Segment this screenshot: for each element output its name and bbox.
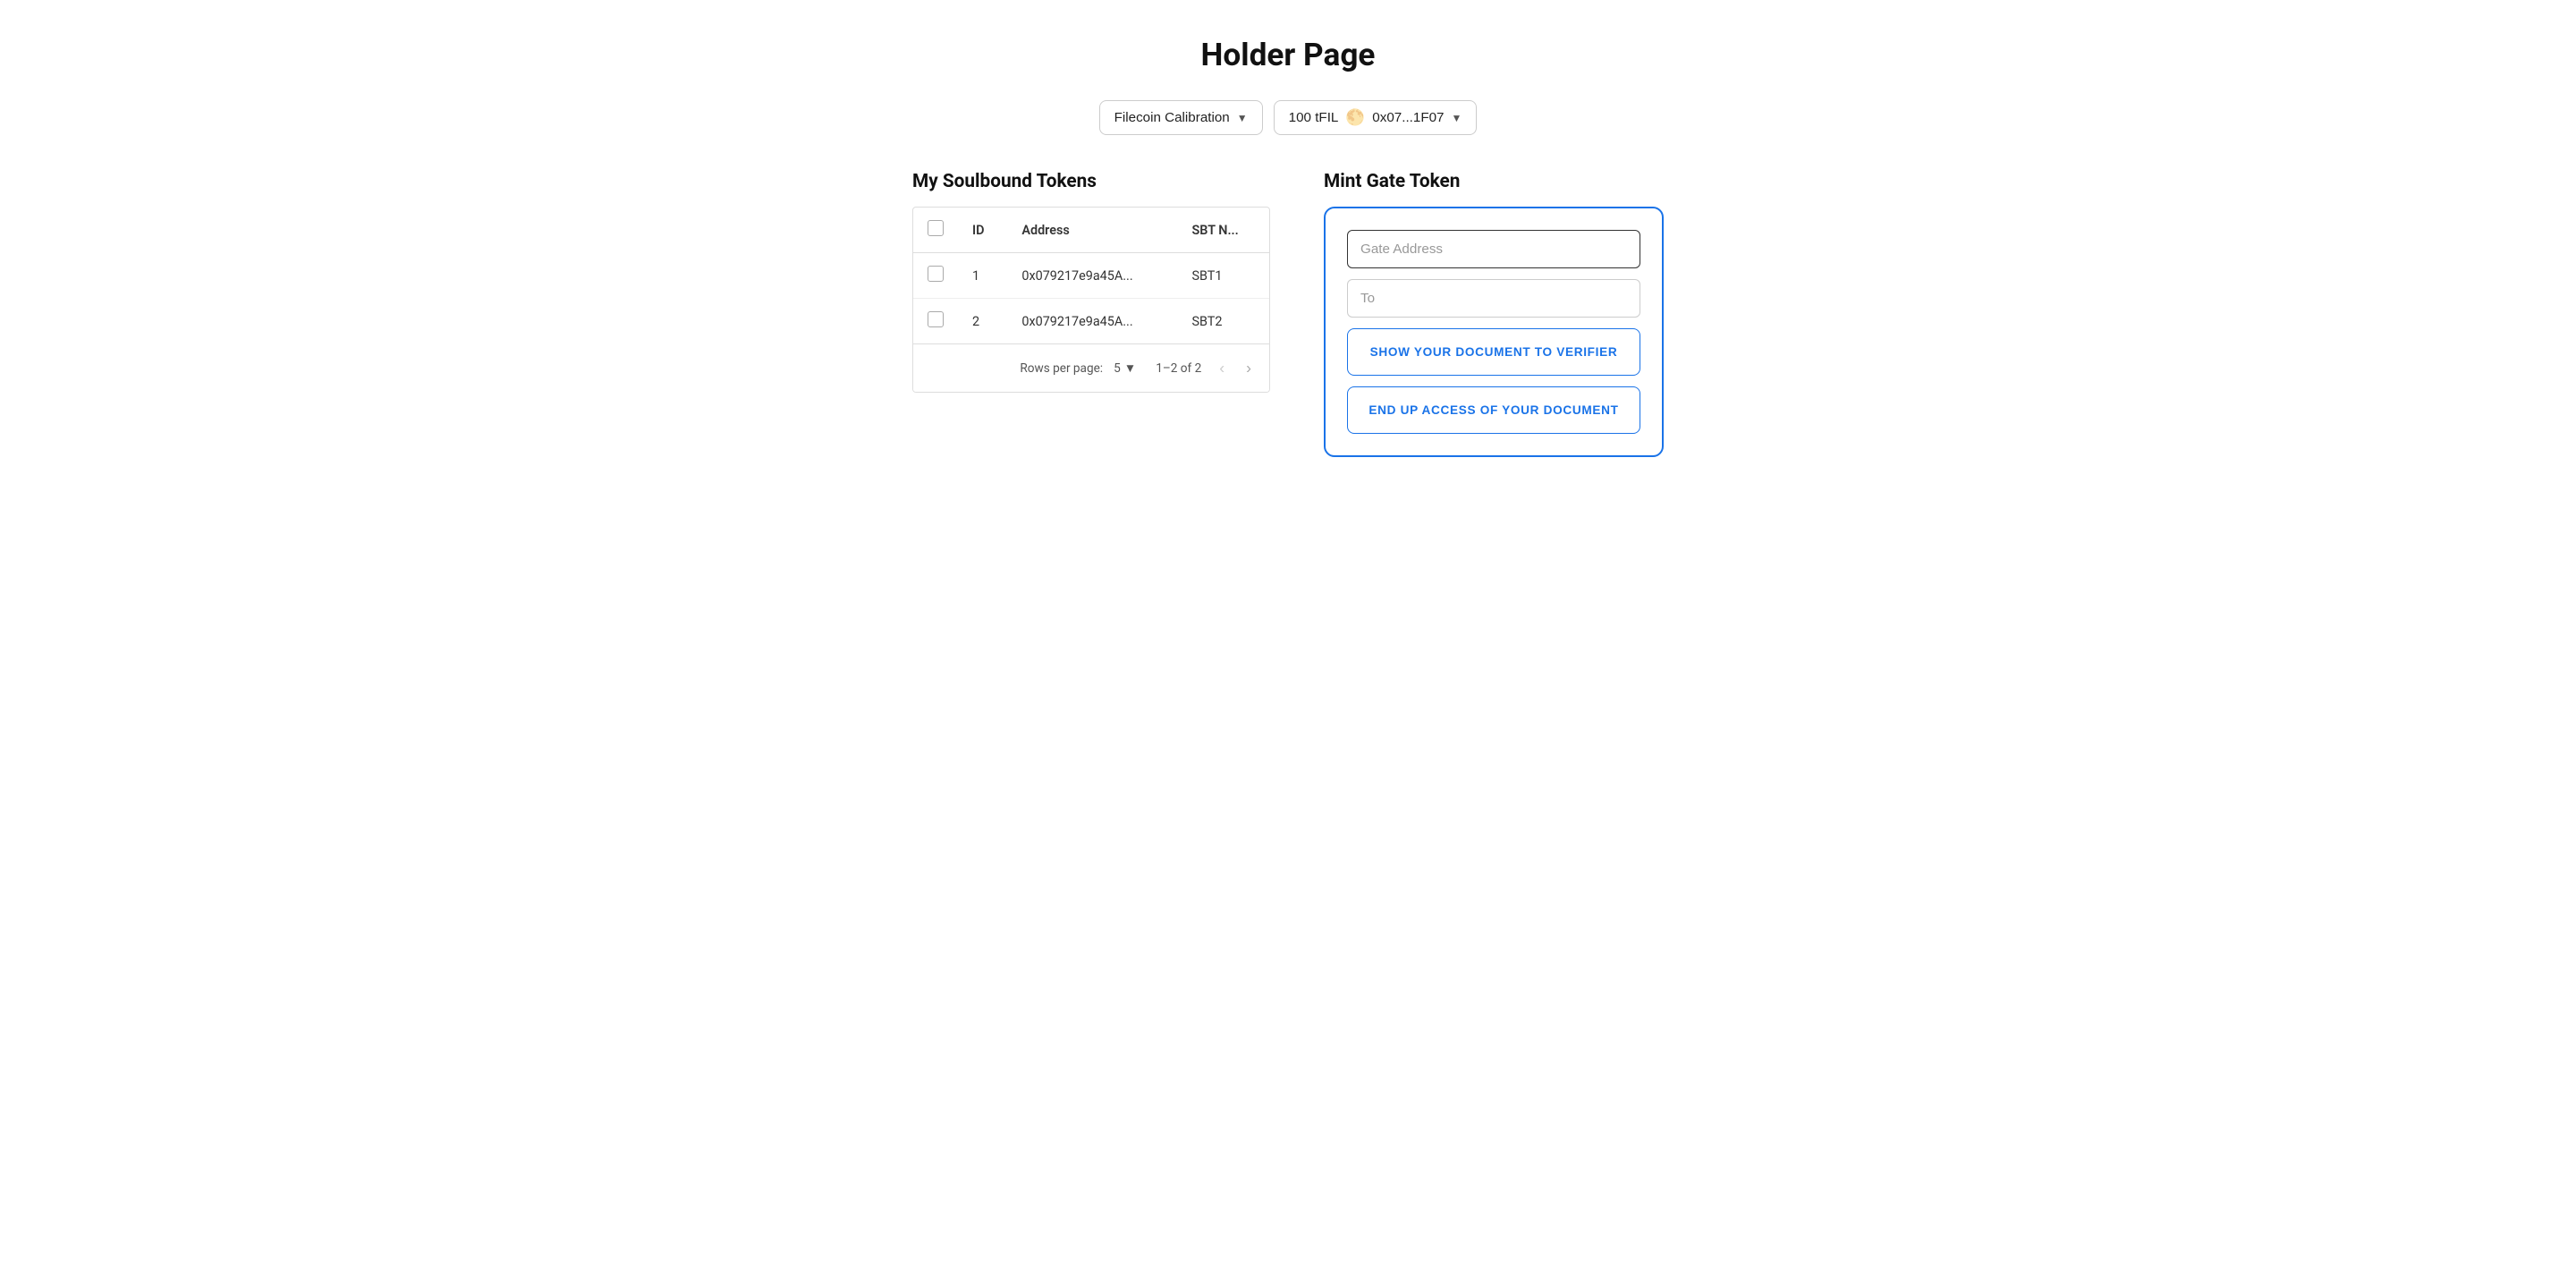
show-document-button[interactable]: SHOW YOUR DOCUMENT TO VERIFIER: [1347, 328, 1640, 376]
rows-per-page-select[interactable]: 5 ▼: [1108, 360, 1141, 377]
table-row: 2 0x079217e9a45A... SBT2: [913, 299, 1269, 344]
row-checkbox-cell: [913, 299, 958, 344]
table-header-checkbox: [913, 208, 958, 253]
wallet-dropdown[interactable]: 100 tFIL 🌕 0x07...1F07 ▼: [1274, 100, 1478, 135]
main-content: My Soulbound Tokens ID Address SBT N...: [769, 171, 1807, 457]
balance-label: 100 tFIL: [1289, 110, 1339, 125]
chevron-down-icon: ▼: [1452, 112, 1462, 124]
sbt-section-title: My Soulbound Tokens: [912, 171, 1270, 192]
mint-section-title: Mint Gate Token: [1324, 171, 1664, 192]
row-checkbox[interactable]: [928, 266, 944, 282]
row-checkbox-cell: [913, 253, 958, 299]
network-label: Filecoin Calibration: [1114, 110, 1230, 125]
chevron-down-icon: ▼: [1124, 361, 1136, 376]
gate-address-input[interactable]: [1347, 230, 1640, 268]
wallet-avatar: 🌕: [1345, 108, 1365, 127]
row-checkbox[interactable]: [928, 311, 944, 327]
row-id: 1: [958, 253, 1007, 299]
row-address: 0x079217e9a45A...: [1007, 299, 1177, 344]
sbt-section: My Soulbound Tokens ID Address SBT N...: [912, 171, 1270, 393]
rows-per-page-label: Rows per page:: [1020, 361, 1103, 376]
mint-card: SHOW YOUR DOCUMENT TO VERIFIER END UP AC…: [1324, 207, 1664, 457]
row-sbt: SBT2: [1177, 299, 1269, 344]
wallet-address: 0x07...1F07: [1372, 110, 1444, 125]
sbt-table: ID Address SBT N... 1 0x079217e9a45A... …: [913, 208, 1269, 343]
select-all-checkbox[interactable]: [928, 220, 944, 236]
rows-per-page-value: 5: [1114, 361, 1121, 376]
table-header-id: ID: [958, 208, 1007, 253]
mint-section: Mint Gate Token SHOW YOUR DOCUMENT TO VE…: [1324, 171, 1664, 457]
to-address-input[interactable]: [1347, 279, 1640, 318]
page-title: Holder Page: [769, 36, 1807, 73]
pagination-prev-button[interactable]: ‹: [1216, 355, 1228, 381]
row-address: 0x079217e9a45A...: [1007, 253, 1177, 299]
header-controls: Filecoin Calibration ▼ 100 tFIL 🌕 0x07..…: [769, 100, 1807, 135]
end-access-button[interactable]: END UP ACCESS OF YOUR DOCUMENT: [1347, 386, 1640, 434]
pagination-info: 1–2 of 2: [1156, 361, 1201, 376]
table-header-row: ID Address SBT N...: [913, 208, 1269, 253]
network-dropdown[interactable]: Filecoin Calibration ▼: [1099, 100, 1263, 135]
table-footer: Rows per page: 5 ▼ 1–2 of 2 ‹ ›: [913, 343, 1269, 392]
table-row: 1 0x079217e9a45A... SBT1: [913, 253, 1269, 299]
row-sbt: SBT1: [1177, 253, 1269, 299]
rows-per-page: Rows per page: 5 ▼: [1020, 360, 1141, 377]
pagination-next-button[interactable]: ›: [1242, 355, 1255, 381]
row-id: 2: [958, 299, 1007, 344]
table-header-address: Address: [1007, 208, 1177, 253]
table-header-sbt: SBT N...: [1177, 208, 1269, 253]
sbt-table-wrapper: ID Address SBT N... 1 0x079217e9a45A... …: [912, 207, 1270, 393]
chevron-down-icon: ▼: [1237, 112, 1248, 124]
